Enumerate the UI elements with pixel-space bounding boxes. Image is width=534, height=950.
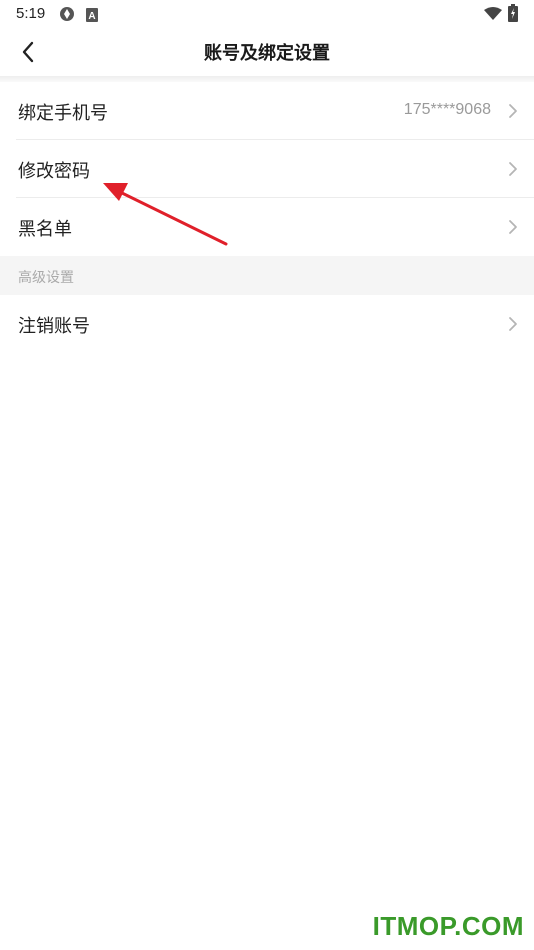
chevron-right-icon	[509, 317, 517, 331]
navigation-bar: 账号及绑定设置	[0, 28, 534, 76]
wifi-icon	[484, 6, 502, 25]
row-label: 绑定手机号	[18, 103, 108, 124]
change-password-row[interactable]: 修改密码	[0, 140, 534, 198]
svg-text:A: A	[88, 11, 95, 22]
row-label: 注销账号	[18, 316, 90, 337]
page-title: 账号及绑定设置	[204, 43, 330, 64]
status-time: 5:19	[16, 5, 46, 22]
deactivate-account-row[interactable]: 注销账号	[0, 295, 534, 353]
status-bar: 5:19 A	[0, 0, 534, 28]
chevron-right-icon	[509, 104, 517, 118]
a-notification-icon: A	[86, 7, 98, 26]
chevron-right-icon	[509, 162, 517, 176]
advanced-settings-header: 高级设置	[0, 256, 534, 295]
battery-charging-icon	[508, 4, 518, 26]
blacklist-row[interactable]: 黑名单	[0, 198, 534, 256]
watermark: ITMOP.COM	[372, 911, 524, 941]
phone-number-value: 175****9068	[403, 101, 491, 118]
row-label: 黑名单	[18, 219, 72, 240]
chevron-right-icon	[509, 220, 517, 234]
sync-icon	[58, 5, 76, 27]
section-title: 高级设置	[18, 270, 74, 286]
row-label: 修改密码	[18, 161, 90, 182]
bind-phone-row[interactable]: 绑定手机号 175****9068	[0, 82, 534, 140]
